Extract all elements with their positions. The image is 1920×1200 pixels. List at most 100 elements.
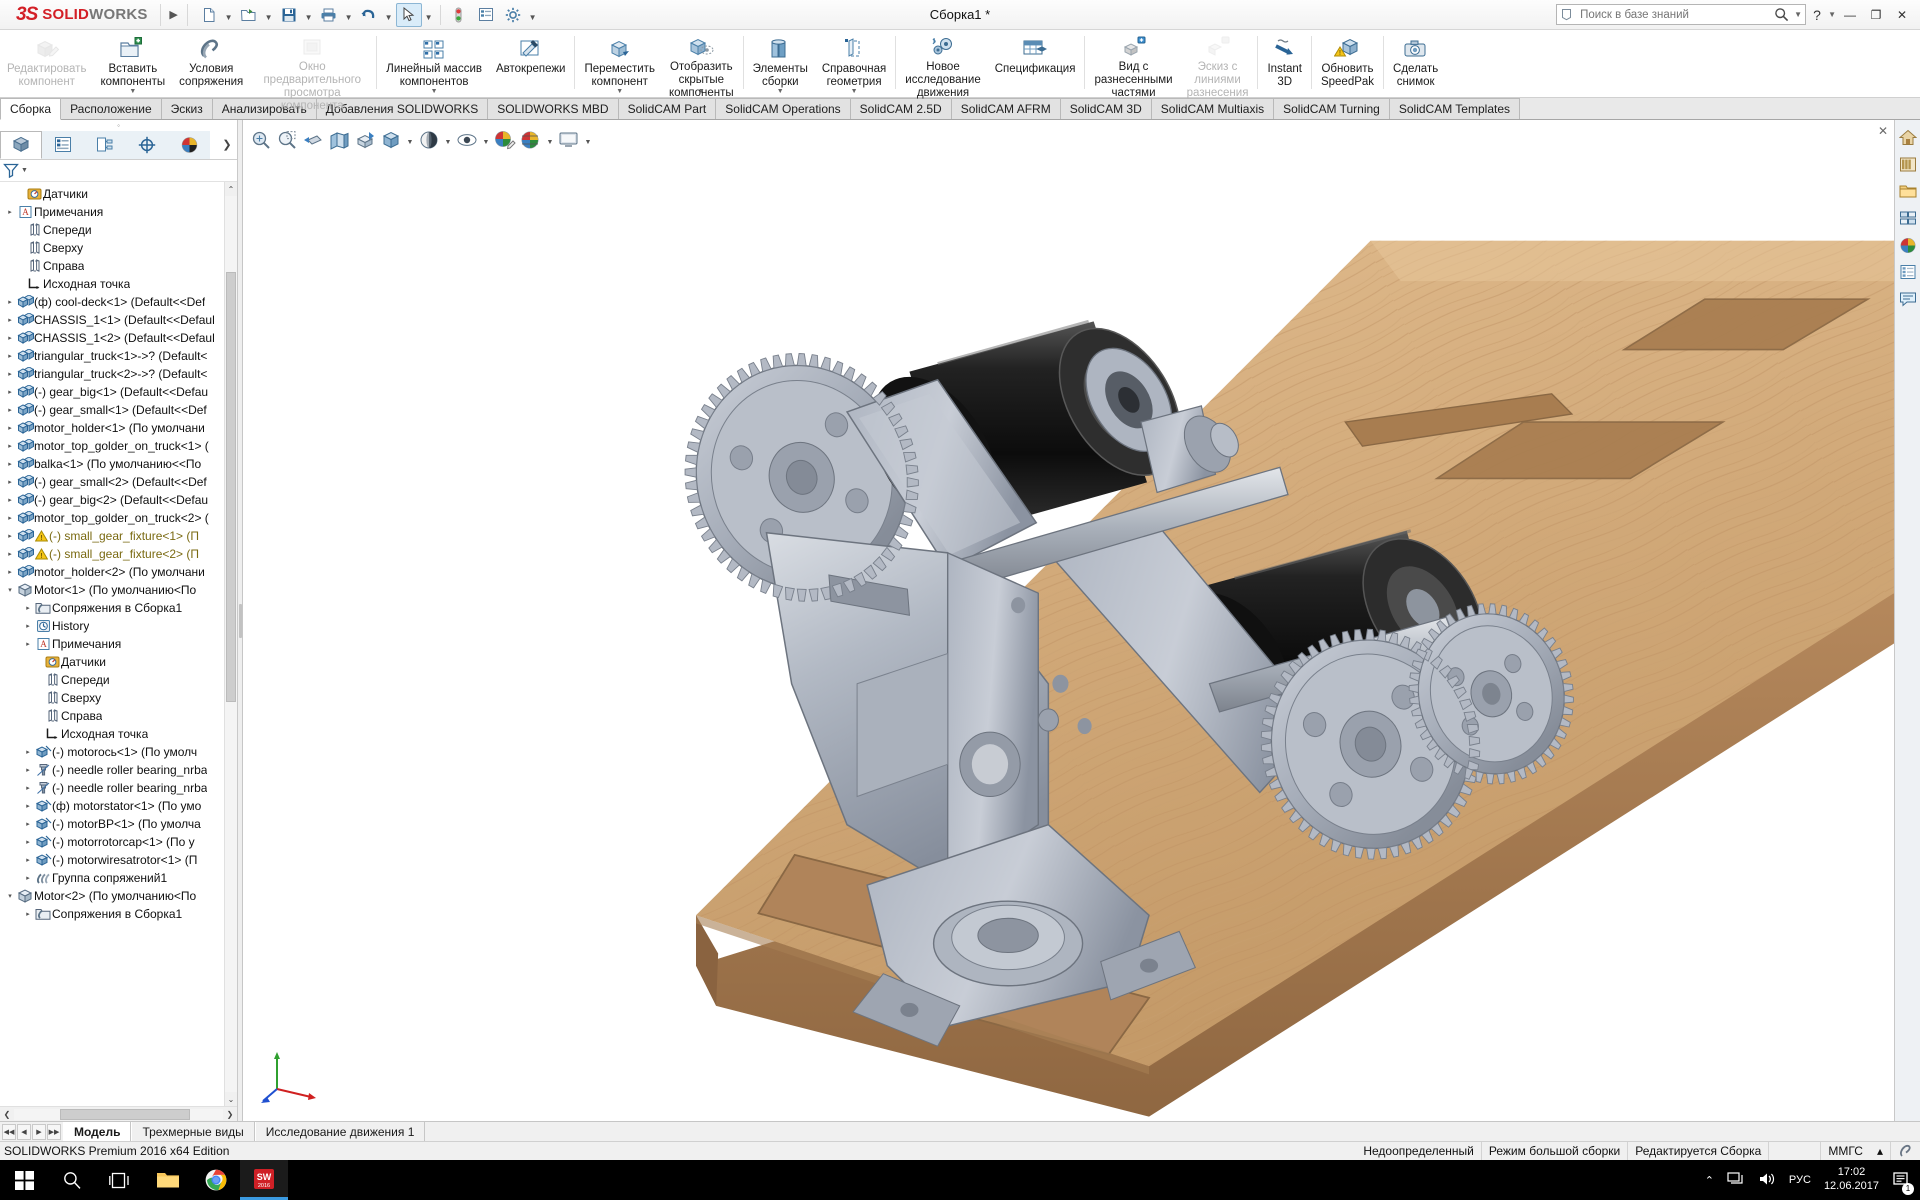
- ribbon-tab-5[interactable]: SOLIDWORKS MBD: [487, 98, 619, 119]
- print-dropdown-icon[interactable]: ▼: [343, 3, 355, 27]
- ribbon-tab-1[interactable]: Расположение: [60, 98, 162, 119]
- feature-tree-row[interactable]: ▸ motor_top_golder_on_truck<1> (: [0, 437, 237, 455]
- ribbon-button-instant3d[interactable]: Instant 3D: [1260, 30, 1309, 97]
- help-button[interactable]: ?: [1808, 7, 1826, 23]
- expand-icon[interactable]: ▸: [4, 316, 16, 324]
- feature-tree-row[interactable]: ▸ (-) gear_small<1> (Default<<Def: [0, 401, 237, 419]
- expand-icon[interactable]: ▸: [22, 910, 34, 918]
- view-orientation-cube-dropdown-icon[interactable]: ▼: [405, 128, 415, 152]
- feature-tree-row[interactable]: ▸ (-) motorwiresatrotor<1> (П: [0, 851, 237, 869]
- feature-tree-row[interactable]: ▸! (-) small_gear_fixture<1> (П: [0, 527, 237, 545]
- expand-icon[interactable]: ▸: [4, 298, 16, 306]
- ribbon-button-take-snapshot[interactable]: Сделать снимок: [1386, 30, 1445, 97]
- expand-icon[interactable]: ▸: [4, 478, 16, 486]
- ribbon-button-mate[interactable]: Условия сопряжения: [172, 30, 250, 97]
- zoom-to-area-icon[interactable]: [275, 128, 299, 152]
- display-style-icon[interactable]: [417, 128, 441, 152]
- expand-icon[interactable]: ▸: [22, 856, 34, 864]
- ribbon-tab-13[interactable]: SolidCAM Templates: [1388, 98, 1521, 119]
- chrome-icon[interactable]: [192, 1160, 240, 1200]
- feature-tree-row[interactable]: Сверху: [0, 689, 237, 707]
- feature-tree-row[interactable]: ▸ (-) needle roller bearing_nrba: [0, 761, 237, 779]
- graphics-viewport[interactable]: ▼ ▼ ▼ ▼ ▼ ✕: [243, 120, 1894, 1121]
- feature-tree-row[interactable]: ▸ (-) gear_small<2> (Default<<Def: [0, 473, 237, 491]
- restore-button[interactable]: ❐: [1864, 2, 1888, 28]
- units-indicator[interactable]: ММГС: [1820, 1141, 1870, 1161]
- ribbon-tab-12[interactable]: SolidCAM Turning: [1273, 98, 1390, 119]
- expand-icon[interactable]: ▸: [4, 370, 16, 378]
- tab-display-manager[interactable]: [168, 130, 210, 159]
- expand-icon[interactable]: ▸: [4, 442, 16, 450]
- document-tab-2[interactable]: Исследование движения 1: [254, 1122, 426, 1141]
- save-button[interactable]: [276, 3, 302, 27]
- close-button[interactable]: ✕: [1890, 2, 1914, 28]
- ribbon-dropdown-icon[interactable]: ▼: [851, 88, 858, 96]
- document-tab-0[interactable]: Модель: [63, 1122, 132, 1141]
- expand-icon[interactable]: ▸: [22, 874, 34, 882]
- ribbon-tab-9[interactable]: SolidCAM AFRM: [950, 98, 1061, 119]
- ribbon-button-reference-geometry[interactable]: Справочная геометрия ▼: [815, 30, 893, 97]
- view-orientation-icon[interactable]: [353, 128, 377, 152]
- ribbon-button-move-component[interactable]: Переместить компонент ▼: [577, 30, 661, 97]
- feature-tree-row[interactable]: Датчики: [0, 185, 237, 203]
- expand-icon[interactable]: ▸: [4, 352, 16, 360]
- task-pane-file-explorer-button[interactable]: [1897, 180, 1919, 202]
- task-pane-appearances-scenes-button[interactable]: [1897, 234, 1919, 256]
- scroll-right-icon[interactable]: ❯: [223, 1110, 237, 1119]
- expand-icon[interactable]: ▸: [22, 622, 34, 630]
- task-pane-view-palette-button[interactable]: [1897, 207, 1919, 229]
- undo-button[interactable]: [356, 3, 382, 27]
- expand-icon[interactable]: ▸: [4, 460, 16, 468]
- task-pane-design-library-button[interactable]: [1897, 153, 1919, 175]
- feature-tree-row[interactable]: ▸ triangular_truck<2>->? (Default<: [0, 365, 237, 383]
- feature-tree-row[interactable]: Спереди: [0, 221, 237, 239]
- expand-icon[interactable]: ▸: [4, 514, 16, 522]
- expand-icon[interactable]: ▸: [22, 640, 34, 648]
- volume-icon[interactable]: [1758, 1171, 1776, 1190]
- feature-tree-row[interactable]: ▸ (-) motorrotorcap<1> (По у: [0, 833, 237, 851]
- feature-manager-more-icon[interactable]: ❯: [217, 138, 237, 151]
- feature-tree-row[interactable]: ▸ (ф) cool-deck<1> (Default<<Def: [0, 293, 237, 311]
- expand-icon[interactable]: ▸: [4, 406, 16, 414]
- ribbon-dropdown-icon[interactable]: ▼: [616, 88, 623, 96]
- mate-overlay-icon[interactable]: [1890, 1141, 1920, 1161]
- expand-icon[interactable]: ▸: [4, 496, 16, 504]
- file-properties-button[interactable]: [473, 3, 499, 27]
- document-tab-1[interactable]: Трехмерные виды: [131, 1122, 255, 1141]
- print-button[interactable]: [316, 3, 342, 27]
- open-document-button[interactable]: [236, 3, 262, 27]
- last-tab-icon[interactable]: ▶▶: [47, 1123, 61, 1140]
- feature-tree-row[interactable]: ▾ Motor<2> (По умолчанию<По: [0, 887, 237, 905]
- feature-tree-row[interactable]: ▸ CHASSIS_1<1> (Default<<Defaul: [0, 311, 237, 329]
- edit-appearance-icon[interactable]: [493, 128, 517, 152]
- view-orientation-cube-icon[interactable]: [379, 128, 403, 152]
- new-document-dropdown-icon[interactable]: ▼: [223, 3, 235, 27]
- clock[interactable]: 17:02 12.06.2017: [1824, 1166, 1879, 1194]
- undo-dropdown-icon[interactable]: ▼: [383, 3, 395, 27]
- expand-icon[interactable]: ▸: [22, 802, 34, 810]
- feature-tree[interactable]: Датчики ▸ A Примечания Спереди Сверху Справа Ис…: [0, 182, 237, 1106]
- collapse-icon[interactable]: ▾: [4, 586, 16, 594]
- units-dropdown-icon[interactable]: ▴: [1870, 1142, 1890, 1161]
- tab-feature-manager[interactable]: [0, 130, 42, 159]
- zoom-to-fit-icon[interactable]: [249, 128, 273, 152]
- feature-tree-row[interactable]: Спереди: [0, 671, 237, 689]
- language-indicator[interactable]: РУС: [1789, 1174, 1811, 1186]
- feature-tree-row[interactable]: ▸ CHASSIS_1<2> (Default<<Defaul: [0, 329, 237, 347]
- apply-scene-icon[interactable]: [519, 128, 543, 152]
- knowledge-search-box[interactable]: ▼: [1556, 4, 1807, 25]
- feature-tree-row[interactable]: ▸ (ф) motorstator<1> (По умо: [0, 797, 237, 815]
- feature-tree-row[interactable]: ▸ motor_holder<2> (По умолчани: [0, 563, 237, 581]
- minimize-button[interactable]: —: [1838, 2, 1862, 28]
- feature-tree-row[interactable]: ▸ History: [0, 617, 237, 635]
- feature-tree-row[interactable]: ▸ A Примечания: [0, 635, 237, 653]
- ribbon-dropdown-icon[interactable]: ▼: [698, 88, 705, 96]
- ribbon-tab-8[interactable]: SolidCAM 2.5D: [849, 98, 952, 119]
- expand-icon[interactable]: ▸: [4, 208, 16, 216]
- scroll-track[interactable]: [14, 1108, 223, 1120]
- first-tab-icon[interactable]: ◀◀: [2, 1123, 16, 1140]
- ribbon-button-update-speedpak[interactable]: ! Обновить SpeedPak: [1314, 30, 1381, 97]
- windows-start-icon[interactable]: [0, 1160, 48, 1200]
- feature-tree-row[interactable]: ▸ balka<1> (По умолчанию<<По: [0, 455, 237, 473]
- feature-tree-row[interactable]: ▸! (-) small_gear_fixture<2> (П: [0, 545, 237, 563]
